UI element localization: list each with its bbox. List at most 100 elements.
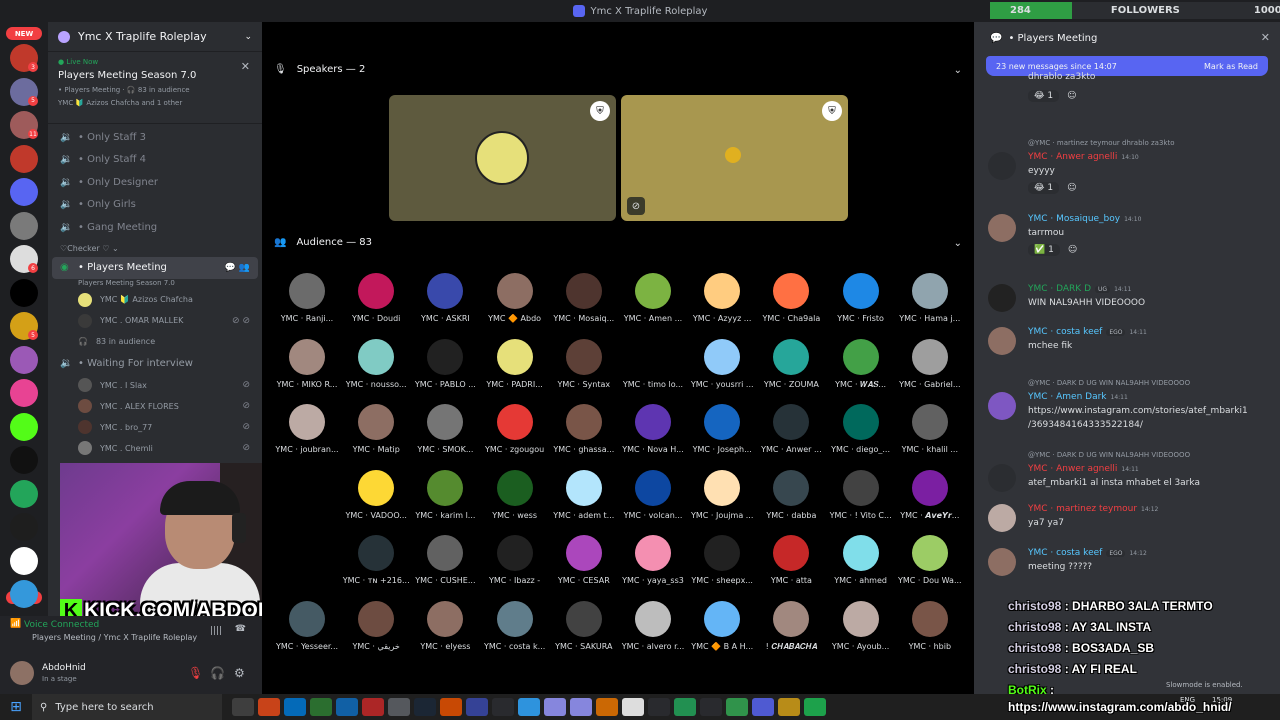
audience-member[interactable]: YMC · Syntax <box>549 338 619 389</box>
chat-message[interactable]: dhrablo za3kto 😂 1 ☺ <box>988 72 1274 112</box>
speakers-header[interactable]: 🎙 Speakers — 2 <box>274 64 365 75</box>
audience-member[interactable]: YMC · ! Vito C... <box>826 469 896 520</box>
audience-member[interactable]: YMC · joubran... <box>272 404 342 454</box>
audience-member[interactable]: YMC · hbib <box>895 600 965 651</box>
taskbar-app-icon[interactable] <box>440 698 462 716</box>
audience-member[interactable]: YMC · Ayoub... <box>826 600 896 651</box>
voice-location[interactable]: Players Meeting / Ymc X Traplife Rolepla… <box>32 633 197 642</box>
server-icon[interactable] <box>10 580 38 608</box>
audience-member[interactable]: YMC · volcan... <box>618 469 688 520</box>
audience-member[interactable]: YMC · خريقي <box>341 600 411 651</box>
audience-member[interactable]: YMC · Joujma ... <box>687 469 757 520</box>
add-reaction-icon[interactable]: ☺ <box>1067 91 1076 101</box>
audience-member[interactable]: YMC · Dou Wa... <box>895 535 965 585</box>
audience-member[interactable]: YMC · CUSHE... <box>410 535 480 585</box>
server-icon[interactable] <box>10 379 38 407</box>
taskbar-app-icon[interactable] <box>544 698 566 716</box>
category-checker[interactable]: ♡Checker ♡ ⌄ <box>48 241 262 257</box>
audience-member[interactable]: YMC · Azyyz ... <box>687 273 757 323</box>
live-stage-card[interactable]: ● Live Now Players Meeting Season 7.0 • … <box>48 52 262 124</box>
audience-member[interactable]: ! 𝑪𝑯𝑨𝑩𝑨𝑪𝑯𝑨 <box>756 600 826 652</box>
audience-member[interactable]: YMC · dabba <box>756 469 826 520</box>
server-icon[interactable] <box>10 178 38 206</box>
message-author[interactable]: YMC · Amen Dark <box>1028 392 1107 402</box>
taskbar-app-icon[interactable] <box>336 698 358 716</box>
audience-member[interactable]: YMC · SAKURA <box>549 600 619 651</box>
taskbar-app-icon[interactable] <box>648 698 670 716</box>
audience-member[interactable]: YMC · PADRI... <box>480 338 550 389</box>
message-author[interactable]: YMC · Anwer agnelli <box>1028 152 1117 162</box>
audience-member[interactable]: YMC · CESAR <box>549 535 619 585</box>
audience-member[interactable]: YMC · MIKO R... <box>272 338 342 389</box>
message-body-cont[interactable]: /3693484164333522184/ <box>1028 420 1143 430</box>
audience-member[interactable]: YMC · ᴛɴ +216... <box>341 535 411 585</box>
server-icon[interactable] <box>10 446 38 474</box>
reply-preview[interactable]: @YMC · martinez teymour dhrablo za3kto <box>1028 139 1174 147</box>
taskbar-app-icon[interactable] <box>284 698 306 716</box>
disconnect-icon[interactable]: ☎ <box>235 624 246 634</box>
chat-message[interactable]: YMC · martinez teymour 14:12 ya7 ya7 <box>988 504 1274 544</box>
audience-member[interactable]: YMC · ghassa... <box>549 404 619 454</box>
server-icon[interactable] <box>10 144 38 173</box>
voice-channel[interactable]: 🔉 • Only Staff 3 <box>48 126 262 149</box>
audience-member[interactable]: YMC · khalil ... <box>895 404 965 454</box>
message-author[interactable]: YMC · Anwer agnelli <box>1028 464 1117 474</box>
waiting-member[interactable]: YMC . Chemli ⊘ <box>48 438 262 459</box>
message-author[interactable]: YMC · Mosaique_boy <box>1028 214 1120 224</box>
reply-preview[interactable]: @YMC · DARK D UG WIN NAL9AHH VIDEOOOO <box>1028 451 1190 459</box>
message-author[interactable]: YMC · costa keef <box>1028 327 1102 337</box>
audience-member[interactable]: YMC · Mosaiq... <box>549 273 619 323</box>
taskbar-app-icon[interactable] <box>752 698 774 716</box>
waiting-member[interactable]: YMC . I Slax ⊘ <box>48 375 262 396</box>
audience-member[interactable]: YMC · Doudi <box>341 273 411 323</box>
add-reaction-icon[interactable]: ☺ <box>1067 183 1076 193</box>
waiting-member[interactable]: YMC . ALEX FLORES ⊘ <box>48 396 262 417</box>
windows-start-icon[interactable]: ⊞ <box>0 694 32 720</box>
audience-member[interactable]: YMC · Anwer ... <box>756 404 826 454</box>
taskbar-app-icon[interactable] <box>570 698 592 716</box>
taskbar-app-icon[interactable] <box>258 698 280 716</box>
audience-member[interactable]: YMC · Fristo <box>826 273 896 323</box>
chevron-down-icon[interactable]: ⌄ <box>244 32 252 42</box>
taskbar-app-icon[interactable] <box>674 698 696 716</box>
audience-member[interactable]: YMC · Cha9ala <box>756 273 826 323</box>
server-icon[interactable] <box>10 513 38 541</box>
server-icon[interactable] <box>10 479 38 508</box>
taskbar-app-icon[interactable] <box>310 698 332 716</box>
voice-connected-label[interactable]: Voice Connected <box>24 620 99 630</box>
audience-member[interactable]: YMC · atta <box>756 535 826 585</box>
audience-header[interactable]: 👥 Audience — 83 <box>274 237 372 248</box>
audience-member[interactable]: YMC · costa k... <box>480 600 550 651</box>
taskbar-app-icon[interactable] <box>518 698 540 716</box>
audience-member[interactable]: YMC · Joseph... <box>687 404 757 454</box>
chat-message[interactable]: @YMC · martinez teymour dhrablo za3kto YM… <box>988 139 1274 194</box>
audience-member[interactable]: YMC · PABLO ... <box>410 338 480 389</box>
avatar[interactable] <box>10 661 34 685</box>
audience-member[interactable]: YMC · ZOUMA <box>756 338 826 389</box>
stage-member[interactable]: YMC 🔰 Azizos Chafcha <box>48 289 262 310</box>
message-author[interactable]: YMC · martinez teymour <box>1028 504 1137 514</box>
server-icon[interactable] <box>10 546 38 575</box>
audience-member[interactable]: YMC · VADOO... <box>341 469 411 520</box>
gear-icon[interactable]: ⚙ <box>234 666 245 680</box>
audience-member[interactable]: YMC · zgougou <box>480 404 550 454</box>
audience-member[interactable]: YMC · Gabriel... <box>895 338 965 389</box>
taskbar-app-icon[interactable] <box>622 698 644 716</box>
chevron-down-icon[interactable]: ⌄ <box>954 65 962 76</box>
taskbar-app-icon[interactable] <box>804 698 826 716</box>
chat-message[interactable]: YMC · Mosaique_boy 14:10 tarrmou ✅ 1 ☺ <box>988 214 1274 256</box>
taskbar-app-icon[interactable] <box>492 698 514 716</box>
audience-member[interactable]: YMC · timo lo... <box>618 338 688 389</box>
stage-channel-players-meeting[interactable]: ◉ • Players Meeting 💬 👥 <box>52 256 258 279</box>
audience-member[interactable]: YMC · Hama j... <box>895 273 965 323</box>
taskbar-app-icon[interactable] <box>466 698 488 716</box>
voice-channel-waiting[interactable]: 🔉 • Waiting For interview <box>48 352 262 375</box>
audience-member[interactable]: YMC · nousso... <box>341 338 411 389</box>
audience-member[interactable]: YMC · wess <box>480 469 550 520</box>
audience-member[interactable]: YMC · Amen ... <box>618 273 688 323</box>
server-header[interactable]: Ymc X Traplife Roleplay ⌄ <box>48 22 262 52</box>
audience-member[interactable]: YMC · Ibazz - <box>480 535 550 585</box>
close-icon[interactable]: ✕ <box>1261 31 1270 44</box>
taskbar-app-icon[interactable] <box>362 698 384 716</box>
chat-message[interactable]: YMC · costa keef EGO 14:12 meeting ????? <box>988 548 1274 588</box>
